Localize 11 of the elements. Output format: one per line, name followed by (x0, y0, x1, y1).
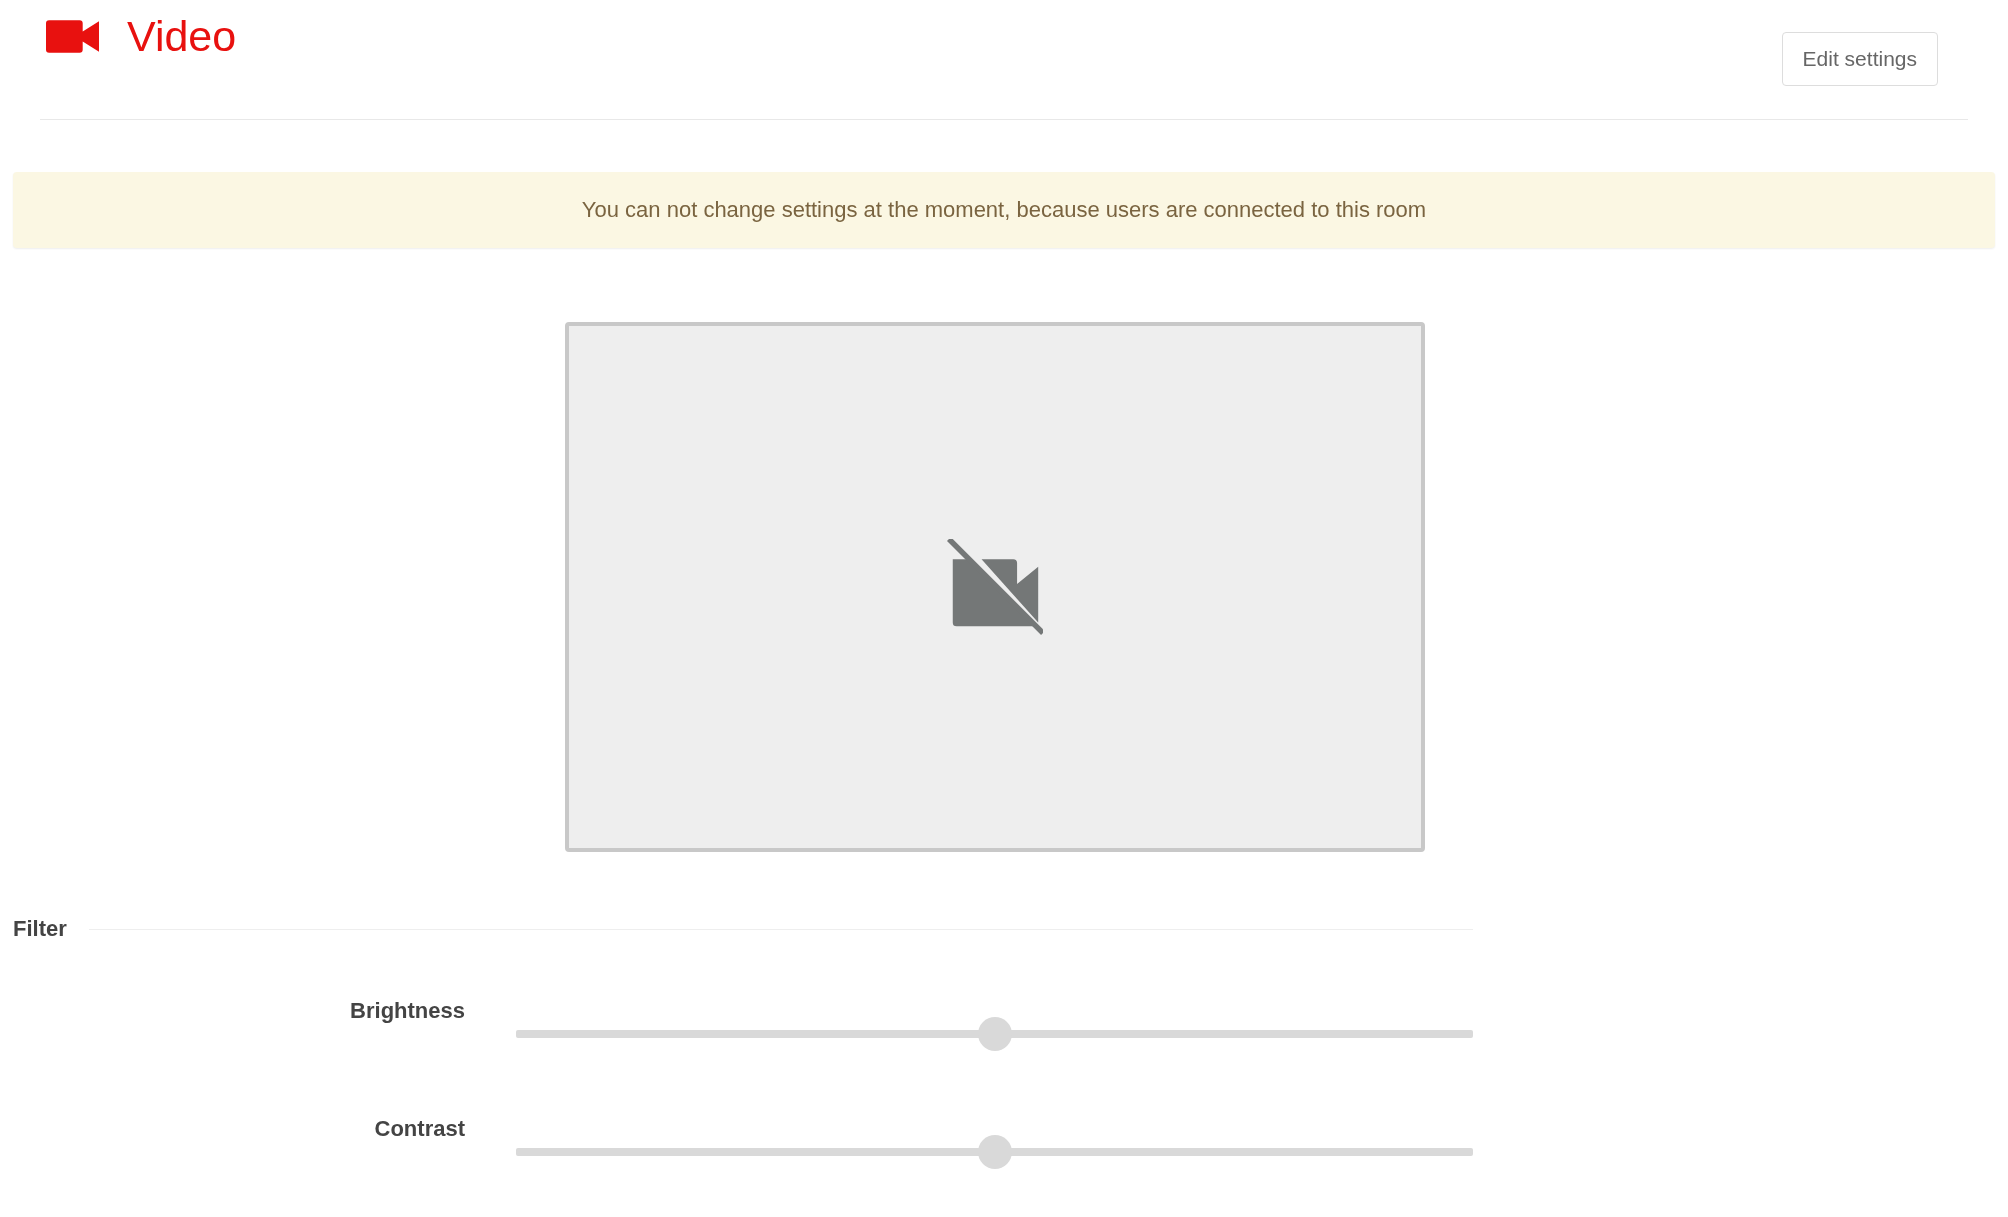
edit-settings-button[interactable]: Edit settings (1781, 32, 1938, 86)
warning-banner: You can not change settings at the moment, because users are connected to this room (13, 172, 1995, 248)
slider-label: Brightness (349, 998, 465, 1024)
slider-track[interactable] (516, 1148, 1473, 1156)
slider-track[interactable] (516, 1030, 1473, 1038)
page-title: Video (127, 12, 237, 61)
slider[interactable] (516, 1135, 1473, 1169)
slider[interactable] (516, 1017, 1473, 1051)
section-title: Filter (13, 916, 67, 942)
slider-label: Contrast (373, 1116, 465, 1142)
video-camera-icon (46, 20, 99, 53)
